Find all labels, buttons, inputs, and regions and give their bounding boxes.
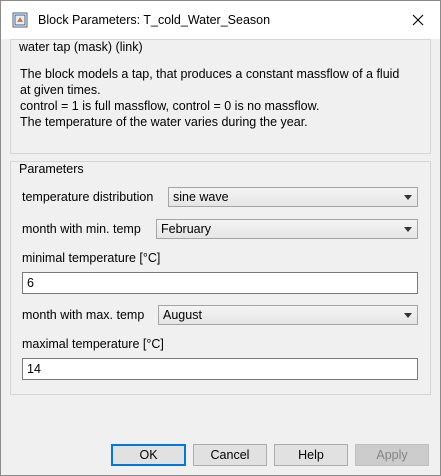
cancel-button[interactable]: Cancel: [193, 444, 267, 466]
temperature-distribution-value: sine wave: [173, 190, 229, 204]
description-group: water tap (mask) (link) The block models…: [10, 39, 431, 154]
close-icon: [412, 14, 424, 26]
description-text: The block models a tap, that produces a …: [20, 66, 425, 130]
window-title: Block Parameters: T_cold_Water_Season: [38, 13, 271, 27]
chevron-down-icon: [404, 227, 412, 232]
chevron-down-icon: [404, 313, 412, 318]
description-line: The temperature of the water varies duri…: [20, 115, 308, 129]
apply-button[interactable]: Apply: [355, 444, 429, 466]
description-legend: water tap (mask) (link): [19, 40, 143, 54]
description-line: The block models a tap, that produces a …: [20, 67, 400, 81]
help-button[interactable]: Help: [274, 444, 348, 466]
ok-button[interactable]: OK: [111, 444, 186, 466]
month-max-temp-value: August: [163, 308, 202, 322]
parameters-legend: Parameters: [19, 162, 84, 176]
temperature-distribution-label: temperature distribution: [22, 190, 154, 204]
title-bar[interactable]: Block Parameters: T_cold_Water_Season: [1, 1, 440, 39]
dialog-window: Block Parameters: T_cold_Water_Season wa…: [0, 0, 441, 476]
maximal-temperature-field[interactable]: 14: [22, 358, 418, 380]
chevron-down-icon: [404, 195, 412, 200]
month-max-temp-label: month with max. temp: [22, 308, 145, 322]
minimal-temperature-label: minimal temperature [°C]: [22, 251, 161, 265]
month-min-temp-value: February: [161, 222, 212, 236]
parameters-group: Parameters temperature distribution sine…: [10, 161, 431, 395]
minimal-temperature-field[interactable]: 6: [22, 272, 418, 294]
month-min-temp-label: month with min. temp: [22, 222, 141, 236]
close-button[interactable]: [396, 1, 440, 39]
maximal-temperature-label: maximal temperature [°C]: [22, 337, 164, 351]
month-max-temp-select[interactable]: August: [158, 305, 418, 325]
temperature-distribution-select[interactable]: sine wave: [168, 187, 418, 207]
description-line: control = 1 is full massflow, control = …: [20, 99, 320, 113]
simulink-block-icon: [12, 12, 28, 28]
description-line: at given times.: [20, 83, 101, 97]
month-min-temp-select[interactable]: February: [156, 219, 418, 239]
